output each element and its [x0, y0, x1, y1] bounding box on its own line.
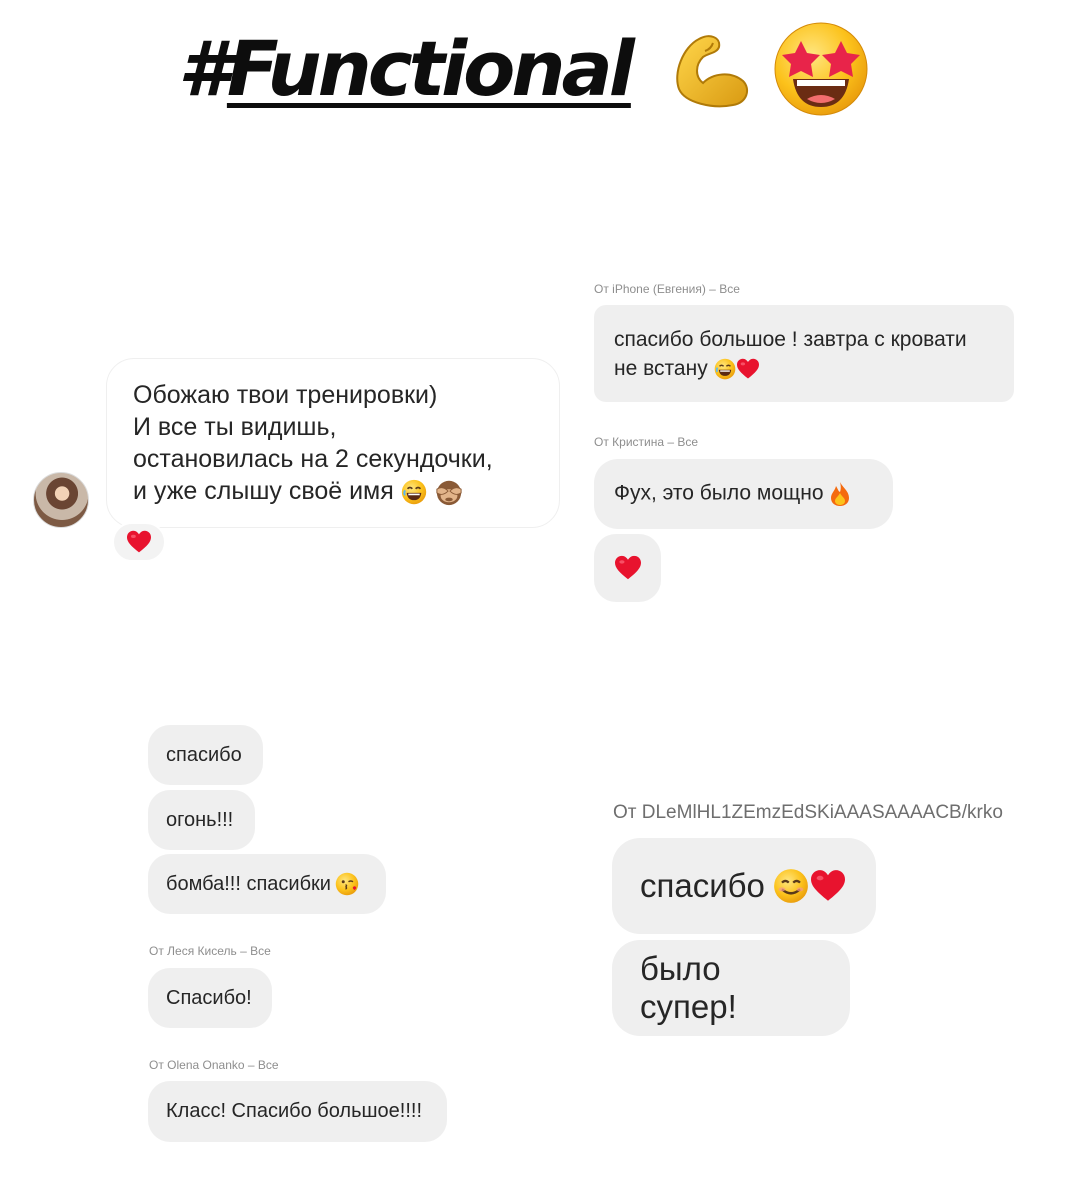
- title-word: Functional: [226, 24, 635, 113]
- message-bubble-klass[interactable]: Класс! Спасибо большое!!!!: [148, 1081, 447, 1142]
- message-bubble-spasibo-large[interactable]: спасибо: [612, 838, 876, 934]
- message-bubble-obozhayu[interactable]: Обожаю твои тренировки) И все ты видишь,…: [106, 358, 560, 528]
- fire-icon: [831, 482, 850, 506]
- sender-label: От Кристина – Все: [594, 435, 699, 449]
- message-bubble-spasibo-lesya[interactable]: Спасибо!: [148, 968, 272, 1028]
- message-text: бомба!!! спасибки: [166, 872, 331, 895]
- hash-symbol: #: [178, 24, 231, 113]
- message-text: было супер!: [640, 950, 737, 1025]
- see-no-evil-monkey-icon: [436, 481, 462, 506]
- smiling-icon: [773, 868, 809, 904]
- message-text: спасибо большое ! завтра с кровати не вс…: [614, 327, 967, 380]
- sweat-smile-icon: [714, 358, 736, 380]
- message-bubble-fuh[interactable]: Фух, это было мощно: [594, 459, 893, 529]
- story-title: #Functional: [178, 14, 871, 124]
- message-bubble-spasibo-bolshoe[interactable]: спасибо большое ! завтра с кровати не вс…: [594, 305, 1014, 402]
- reaction-heart[interactable]: [112, 522, 166, 562]
- message-text: огонь!!!: [166, 808, 234, 831]
- star-struck-icon: [771, 19, 871, 119]
- sender-label: От iPhone (Евгения) – Все: [594, 282, 740, 296]
- message-bubble-ogon[interactable]: огонь!!!: [148, 790, 255, 850]
- heart-icon: [126, 530, 152, 554]
- flexed-biceps-icon: [669, 29, 753, 109]
- sender-label: От DLeMlHL1ZEmzEdSKiAAASAAAACB/krko: [613, 802, 1003, 823]
- sender-label: От Леся Кисель – Все: [149, 944, 271, 958]
- avatar[interactable]: [33, 472, 89, 528]
- laughing-icon: [401, 479, 427, 505]
- message-bubble-bylo-super[interactable]: было супер!: [612, 940, 850, 1036]
- title-hashtag: #Functional: [178, 31, 635, 107]
- kissing-wink-icon: [335, 872, 359, 896]
- message-text: Фух, это было мощно: [614, 481, 824, 505]
- message-text: Класс! Спасибо большое!!!!: [166, 1100, 423, 1122]
- message-bubble-heart[interactable]: [594, 534, 661, 602]
- heart-icon: [809, 869, 847, 903]
- heart-icon: [614, 555, 642, 581]
- sender-label: От Olena Onanko – Все: [149, 1058, 279, 1072]
- message-text: Спасибо!: [166, 986, 252, 1009]
- message-text: спасибо: [166, 743, 242, 766]
- message-text: спасибо: [640, 867, 765, 904]
- heart-icon: [736, 358, 760, 380]
- message-bubble-spasibo[interactable]: спасибо: [148, 725, 263, 785]
- message-bubble-bomba[interactable]: бомба!!! спасибки: [148, 854, 386, 914]
